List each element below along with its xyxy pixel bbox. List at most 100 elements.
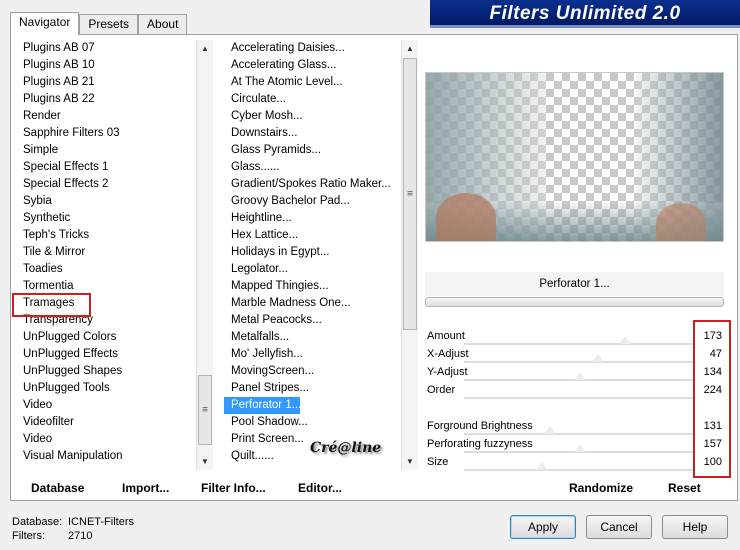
list-item[interactable]: Downstairs...	[224, 125, 418, 142]
slider-thumb[interactable]	[536, 462, 548, 470]
slider-thumb[interactable]	[574, 444, 586, 452]
list-item[interactable]: MovingScreen...	[224, 363, 418, 380]
list-item[interactable]: Cyber Mosh...	[224, 108, 418, 125]
filters-label: Filters:	[12, 530, 45, 542]
reset-button[interactable]: Reset	[668, 481, 701, 495]
parameter-row: Y-Adjust 134	[424, 364, 724, 382]
list-item[interactable]: Visual Manipulation	[12, 448, 212, 465]
list-item[interactable]: Metal Peacocks...	[224, 312, 418, 329]
scroll-up-icon[interactable]: ▲	[402, 40, 418, 57]
filter-scrollbar[interactable]: ▲ ▼	[401, 40, 418, 470]
list-item[interactable]: Perforator 1...	[224, 397, 301, 414]
randomize-button[interactable]: Randomize	[569, 481, 633, 495]
status-info: Database: ICNET-Filters Filters: 2710	[12, 515, 134, 543]
list-item[interactable]: Marble Madness One...	[224, 295, 418, 312]
tab-navigator[interactable]: Navigator	[10, 12, 80, 35]
list-item[interactable]: Sapphire Filters 03	[12, 125, 212, 142]
list-item[interactable]: Holidays in Egypt...	[224, 244, 418, 261]
tab-presets[interactable]: Presets	[79, 14, 139, 35]
import-button[interactable]: Import...	[122, 481, 169, 495]
list-item[interactable]: Plugins AB 21	[12, 74, 212, 91]
list-item[interactable]: Video	[12, 431, 212, 448]
category-scrollbar[interactable]: ▲ ▼	[196, 40, 213, 470]
highlight-box-tramages	[12, 293, 91, 317]
list-item[interactable]: UnPlugged Shapes	[12, 363, 212, 380]
list-item[interactable]: Pool Shadow...	[224, 414, 418, 431]
database-button[interactable]: Database	[31, 481, 84, 495]
parameter-row	[424, 400, 724, 418]
database-value: ICNET-Filters	[68, 516, 134, 528]
category-list[interactable]: Plugins AB 07 Plugins AB 10 Plugins AB 21 P…	[12, 40, 212, 470]
parameter-row: X-Adjust 47	[424, 346, 724, 364]
slider-thumb[interactable]	[544, 426, 556, 434]
list-item[interactable]: Gradient/Spokes Ratio Maker...	[224, 176, 418, 193]
list-item[interactable]: Hex Lattice...	[224, 227, 418, 244]
slider-track[interactable]	[464, 397, 694, 399]
list-item[interactable]: Plugins AB 10	[12, 57, 212, 74]
tab-bar: Navigator Presets About	[10, 12, 188, 35]
parameter-row: Perforating fuzzyness 157	[424, 436, 724, 454]
slider-track[interactable]	[464, 469, 694, 471]
parameter-label: Amount	[427, 330, 465, 342]
list-item[interactable]: Accelerating Daisies...	[224, 40, 418, 57]
parameter-row: Amount 173	[424, 328, 724, 346]
list-item[interactable]: UnPlugged Tools	[12, 380, 212, 397]
list-item[interactable]: Glass Pyramids...	[224, 142, 418, 159]
list-item[interactable]: Special Effects 1	[12, 159, 212, 176]
filter-info-button[interactable]: Filter Info...	[201, 481, 266, 495]
list-item[interactable]: Videofilter	[12, 414, 212, 431]
slider-track[interactable]	[464, 361, 694, 363]
tab-about[interactable]: About	[138, 14, 188, 35]
scroll-thumb[interactable]	[198, 375, 212, 445]
filters-count: 2710	[68, 530, 93, 542]
scroll-thumb[interactable]	[403, 58, 417, 330]
apply-button[interactable]: Apply	[510, 515, 576, 539]
list-item[interactable]: Mapped Thingies...	[224, 278, 418, 295]
list-item[interactable]: Plugins AB 07	[12, 40, 212, 57]
database-label: Database:	[12, 516, 63, 528]
parameter-label: Perforating fuzzyness	[427, 438, 533, 450]
scroll-down-icon[interactable]: ▼	[402, 453, 418, 470]
list-item[interactable]: Heightline...	[224, 210, 418, 227]
current-filter-name: Perforator 1...	[425, 272, 724, 296]
list-item[interactable]: Plugins AB 22	[12, 91, 212, 108]
list-item[interactable]: Circulate...	[224, 91, 418, 108]
parameter-row: Size 100	[424, 454, 724, 472]
list-item[interactable]: Tile & Mirror	[12, 244, 212, 261]
filter-list[interactable]: Accelerating Daisies... Accelerating Glas…	[224, 40, 418, 470]
editor-button[interactable]: Editor...	[298, 481, 342, 495]
list-item[interactable]: Panel Stripes...	[224, 380, 418, 397]
list-item[interactable]: UnPlugged Effects	[12, 346, 212, 363]
app-title: Filters Unlimited 2.0	[489, 3, 681, 24]
list-item[interactable]: Accelerating Glass...	[224, 57, 418, 74]
list-item[interactable]: Sybia	[12, 193, 212, 210]
slider-thumb[interactable]	[592, 354, 604, 362]
list-item[interactable]: Legolator...	[224, 261, 418, 278]
slider-thumb[interactable]	[619, 336, 631, 344]
list-item[interactable]: Metalfalls...	[224, 329, 418, 346]
list-item[interactable]: At The Atomic Level...	[224, 74, 418, 91]
parameter-label: Forground Brightness	[427, 420, 533, 432]
parameter-label: X-Adjust	[427, 348, 469, 360]
watermark: Cré@line	[310, 440, 382, 456]
list-item[interactable]: Groovy Bachelor Pad...	[224, 193, 418, 210]
slider-track[interactable]	[464, 343, 694, 345]
cancel-button[interactable]: Cancel	[586, 515, 652, 539]
list-item[interactable]: Synthetic	[12, 210, 212, 227]
list-item[interactable]: UnPlugged Colors	[12, 329, 212, 346]
preview-image	[425, 72, 724, 242]
scroll-up-icon[interactable]: ▲	[197, 40, 213, 57]
list-item[interactable]: Mo' Jellyfish...	[224, 346, 418, 363]
list-item[interactable]: Render	[12, 108, 212, 125]
slider-thumb[interactable]	[574, 372, 586, 380]
list-item[interactable]: Glass......	[224, 159, 418, 176]
list-item[interactable]: Toadies	[12, 261, 212, 278]
scroll-down-icon[interactable]: ▼	[197, 453, 213, 470]
list-item[interactable]: Simple	[12, 142, 212, 159]
list-item[interactable]: Video	[12, 397, 212, 414]
help-button[interactable]: Help	[662, 515, 728, 539]
slider-track[interactable]	[464, 433, 694, 435]
list-item[interactable]: Teph's Tricks	[12, 227, 212, 244]
title-banner: Filters Unlimited 2.0	[430, 0, 740, 28]
list-item[interactable]: Special Effects 2	[12, 176, 212, 193]
